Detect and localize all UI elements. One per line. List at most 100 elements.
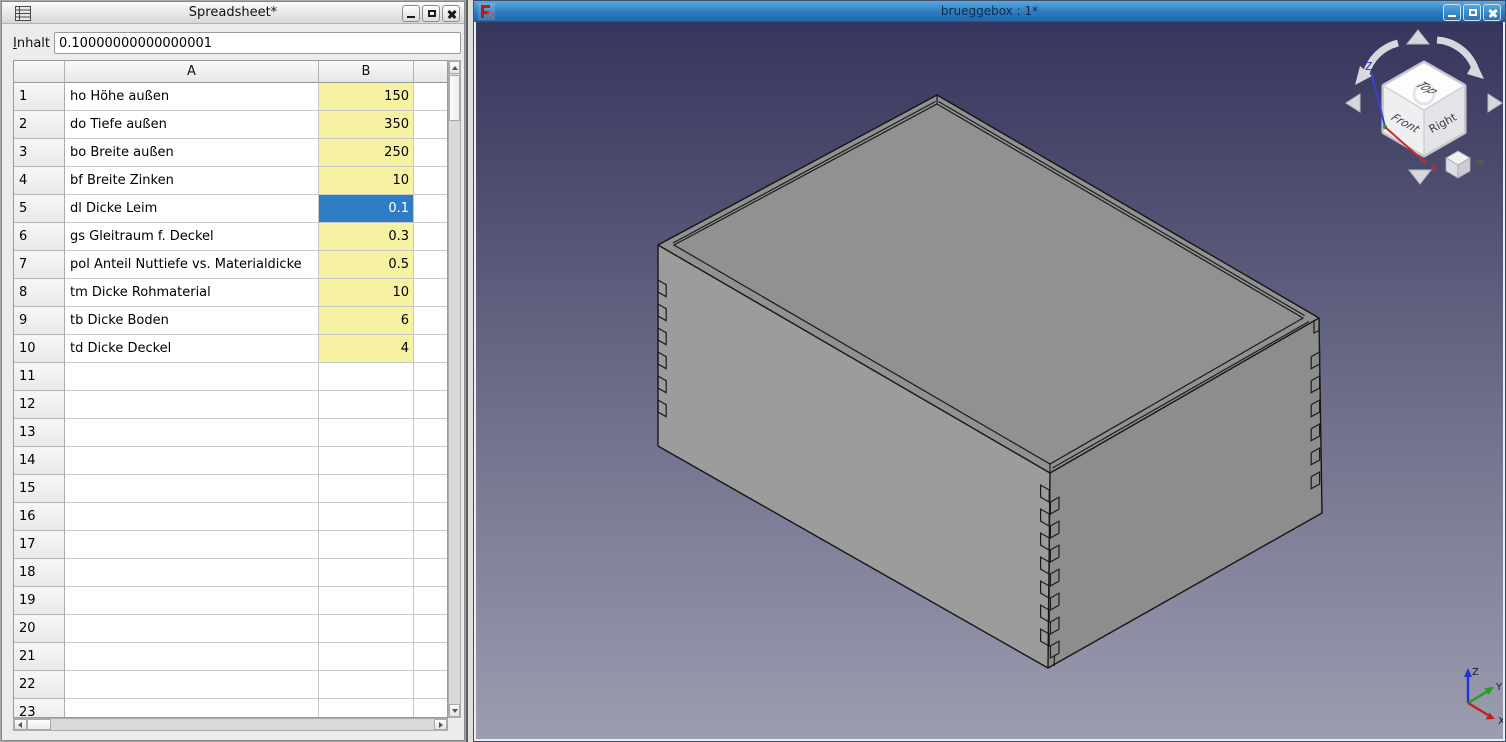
column-header-a[interactable]: A <box>65 61 319 83</box>
nav-dropdown-icon[interactable] <box>1475 160 1486 167</box>
cell-stub-11[interactable] <box>414 363 447 391</box>
cell-A23[interactable] <box>65 699 319 718</box>
viewport-titlebar[interactable]: brueggebox : 1* <box>474 1 1505 22</box>
cell-A22[interactable] <box>65 671 319 699</box>
maximize-button[interactable] <box>1463 4 1481 21</box>
cell-B18[interactable] <box>319 559 414 587</box>
cell-A3[interactable]: bo Breite außen <box>65 139 319 167</box>
nav-arrow-up-icon[interactable] <box>1407 30 1429 44</box>
close-button[interactable] <box>442 5 460 22</box>
cell-A18[interactable] <box>65 559 319 587</box>
scroll-down-button[interactable] <box>449 704 460 717</box>
row-header-3[interactable]: 3 <box>14 139 65 167</box>
cell-B1[interactable]: 150 <box>319 83 414 111</box>
3d-viewport[interactable]: Top Front Right Z X <box>476 22 1503 739</box>
cell-A8[interactable]: tm Dicke Rohmaterial <box>65 279 319 307</box>
row-header-19[interactable]: 19 <box>14 587 65 615</box>
cell-B10[interactable]: 4 <box>319 335 414 363</box>
cell-stub-18[interactable] <box>414 559 447 587</box>
cell-B21[interactable] <box>319 643 414 671</box>
row-header-21[interactable]: 21 <box>14 643 65 671</box>
nav-arrow-down-icon[interactable] <box>1409 170 1431 184</box>
cell-B20[interactable] <box>319 615 414 643</box>
cell-B14[interactable] <box>319 447 414 475</box>
cell-B17[interactable] <box>319 531 414 559</box>
cell-B2[interactable]: 350 <box>319 111 414 139</box>
nav-arrow-left-icon[interactable] <box>1346 94 1360 112</box>
row-header-5[interactable]: 5 <box>14 195 65 223</box>
cell-A12[interactable] <box>65 391 319 419</box>
cell-B11[interactable] <box>319 363 414 391</box>
cell-B3[interactable]: 250 <box>319 139 414 167</box>
row-header-13[interactable]: 13 <box>14 419 65 447</box>
row-header-20[interactable]: 20 <box>14 615 65 643</box>
vertical-scrollbar[interactable] <box>448 60 461 718</box>
cell-B7[interactable]: 0.5 <box>319 251 414 279</box>
cell-stub-20[interactable] <box>414 615 447 643</box>
cell-stub-22[interactable] <box>414 671 447 699</box>
cell-B9[interactable]: 6 <box>319 307 414 335</box>
column-header-b[interactable]: B <box>319 61 414 83</box>
cell-B12[interactable] <box>319 391 414 419</box>
cell-A17[interactable] <box>65 531 319 559</box>
cell-content-input[interactable] <box>54 32 461 54</box>
cell-A13[interactable] <box>65 419 319 447</box>
window-splitter[interactable] <box>466 0 473 742</box>
cell-stub-6[interactable] <box>414 223 447 251</box>
box-model[interactable] <box>658 95 1322 668</box>
row-header-14[interactable]: 14 <box>14 447 65 475</box>
row-header-8[interactable]: 8 <box>14 279 65 307</box>
row-header-22[interactable]: 22 <box>14 671 65 699</box>
scroll-up-button[interactable] <box>449 61 460 74</box>
row-header-9[interactable]: 9 <box>14 307 65 335</box>
cell-A7[interactable]: pol Anteil Nuttiefe vs. Materialdicke <box>65 251 319 279</box>
vertical-scroll-thumb[interactable] <box>449 75 460 121</box>
cell-stub-12[interactable] <box>414 391 447 419</box>
corner-header-cell[interactable] <box>14 61 65 83</box>
spreadsheet-titlebar[interactable]: Spreadsheet* <box>2 2 464 24</box>
cell-B4[interactable]: 10 <box>319 167 414 195</box>
cell-B13[interactable] <box>319 419 414 447</box>
row-header-17[interactable]: 17 <box>14 531 65 559</box>
cell-B19[interactable] <box>319 587 414 615</box>
navigation-cube[interactable]: Top Front Right Z X <box>1346 30 1502 184</box>
cell-B23[interactable] <box>319 699 414 718</box>
cell-B15[interactable] <box>319 475 414 503</box>
cell-stub-16[interactable] <box>414 503 447 531</box>
close-button[interactable] <box>1483 4 1501 21</box>
cell-stub-4[interactable] <box>414 167 447 195</box>
horizontal-scrollbar[interactable] <box>13 718 448 731</box>
cell-stub-17[interactable] <box>414 531 447 559</box>
cell-A2[interactable]: do Tiefe außen <box>65 111 319 139</box>
row-header-11[interactable]: 11 <box>14 363 65 391</box>
cell-stub-23[interactable] <box>414 699 447 718</box>
cell-stub-3[interactable] <box>414 139 447 167</box>
row-header-15[interactable]: 15 <box>14 475 65 503</box>
cell-stub-15[interactable] <box>414 475 447 503</box>
row-header-2[interactable]: 2 <box>14 111 65 139</box>
cell-B5[interactable]: 0.1 <box>319 195 414 223</box>
scroll-left-button[interactable] <box>14 719 27 730</box>
cell-B8[interactable]: 10 <box>319 279 414 307</box>
cell-stub-8[interactable] <box>414 279 447 307</box>
row-header-1[interactable]: 1 <box>14 83 65 111</box>
cell-stub-14[interactable] <box>414 447 447 475</box>
cell-A16[interactable] <box>65 503 319 531</box>
cell-stub-7[interactable] <box>414 251 447 279</box>
cell-A10[interactable]: td Dicke Deckel <box>65 335 319 363</box>
row-header-16[interactable]: 16 <box>14 503 65 531</box>
row-header-10[interactable]: 10 <box>14 335 65 363</box>
cell-stub-21[interactable] <box>414 643 447 671</box>
cell-A15[interactable] <box>65 475 319 503</box>
row-header-18[interactable]: 18 <box>14 559 65 587</box>
row-header-6[interactable]: 6 <box>14 223 65 251</box>
cell-A4[interactable]: bf Breite Zinken <box>65 167 319 195</box>
cell-A19[interactable] <box>65 587 319 615</box>
cell-A6[interactable]: gs Gleitraum f. Deckel <box>65 223 319 251</box>
cell-A11[interactable] <box>65 363 319 391</box>
cell-A9[interactable]: tb Dicke Boden <box>65 307 319 335</box>
scroll-right-button[interactable] <box>434 719 447 730</box>
nav-arrow-right-icon[interactable] <box>1488 94 1502 112</box>
cell-stub-13[interactable] <box>414 419 447 447</box>
row-header-4[interactable]: 4 <box>14 167 65 195</box>
